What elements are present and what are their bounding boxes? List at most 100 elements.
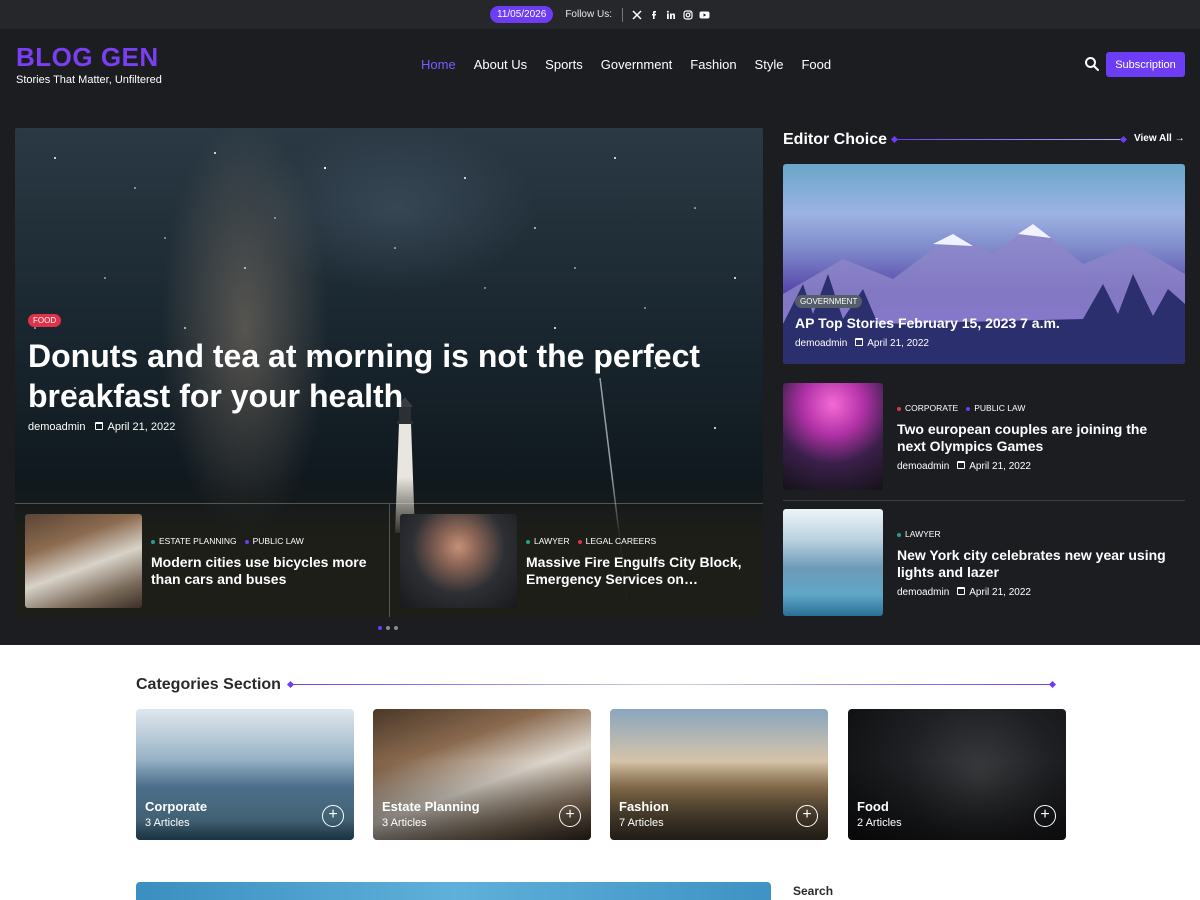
follow-us-label: Follow Us: [565, 9, 612, 20]
editor-main-author[interactable]: demoadmin [795, 338, 847, 349]
category-label: LAWYER [534, 536, 570, 546]
social-links [631, 9, 710, 20]
category-label: CORPORATE [905, 403, 959, 413]
category-card-corporate[interactable]: Corporate 3 Articles + [136, 709, 354, 840]
category-label: PUBLIC LAW [252, 536, 304, 546]
nav-item-government[interactable]: Government [601, 57, 673, 72]
date-badge: 11/05/2026 [490, 6, 554, 23]
calendar-icon [855, 338, 864, 346]
instagram-icon[interactable] [682, 9, 693, 20]
nav-item-about-us[interactable]: About Us [474, 57, 527, 72]
category-link[interactable]: PUBLIC LAW [244, 536, 304, 546]
nav-item-fashion[interactable]: Fashion [690, 57, 736, 72]
category-count: 7 Articles [619, 817, 664, 829]
editor-choice-item[interactable]: CORPORATE PUBLIC LAW Two european couple… [783, 383, 1185, 490]
editor-item-categories: LAWYER [897, 529, 941, 539]
hero-author[interactable]: demoadmin [28, 421, 85, 433]
editor-main-date: April 21, 2022 [867, 338, 929, 349]
editor-main-title[interactable]: AP Top Stories February 15, 2023 7 a.m. [795, 315, 1060, 331]
category-link[interactable]: LEGAL CAREERS [577, 536, 657, 546]
category-name[interactable]: Fashion [619, 799, 669, 814]
nav-item-food[interactable]: Food [801, 57, 831, 72]
plus-icon[interactable]: + [559, 805, 581, 827]
divider [622, 7, 623, 22]
slide-title[interactable]: Modern cities use bicycles more than car… [151, 554, 376, 588]
dot-icon [897, 532, 901, 537]
category-name[interactable]: Corporate [145, 799, 207, 814]
slider-item[interactable]: ESTATE PLANNING PUBLIC LAW Modern cities… [15, 504, 389, 617]
pager-dot[interactable] [378, 626, 382, 630]
sidebar-search-title: Search [793, 884, 834, 898]
slide-thumbnail[interactable] [400, 514, 517, 608]
category-card-estate-planning[interactable]: Estate Planning 3 Articles + [373, 709, 591, 840]
dot-icon [966, 406, 971, 411]
view-all-link[interactable]: View All → [1134, 133, 1185, 144]
category-link[interactable]: PUBLIC LAW [966, 403, 1025, 413]
youtube-icon[interactable] [699, 9, 710, 20]
editor-item-meta: demoadmin April 21, 2022 [897, 461, 1031, 472]
site-header: BLOG GEN Stories That Matter, Unfiltered… [0, 29, 1200, 101]
slider-item[interactable]: LAWYER LEGAL CAREERS Massive Fire Engulf… [389, 504, 763, 617]
pager-dot[interactable] [394, 626, 398, 630]
arrow-right-icon: → [1174, 133, 1185, 144]
nav-item-style[interactable]: Style [755, 57, 784, 72]
calendar-icon [957, 461, 966, 469]
editor-choice-title: Editor Choice [783, 131, 888, 148]
category-count: 2 Articles [857, 817, 902, 829]
category-card-food[interactable]: Food 2 Articles + [848, 709, 1066, 840]
section-divider [290, 684, 1053, 685]
slider-pagination [378, 626, 398, 630]
category-label: LEGAL CAREERS [585, 536, 657, 546]
pager-dot[interactable] [386, 626, 390, 630]
editor-item-author[interactable]: demoadmin [897, 587, 949, 598]
slide-title[interactable]: Massive Fire Engulfs City Block, Emergen… [526, 554, 751, 588]
plus-icon[interactable]: + [796, 805, 818, 827]
editor-item-thumbnail[interactable] [783, 383, 883, 490]
category-count: 3 Articles [145, 817, 190, 829]
section-divider [894, 139, 1124, 140]
editor-choice-item[interactable]: LAWYER New York city celebrates new year… [783, 509, 1185, 616]
editor-main-date-wrap: April 21, 2022 [855, 338, 929, 349]
category-link[interactable]: ESTATE PLANNING [151, 536, 237, 546]
hero-date-wrap: April 21, 2022 [95, 421, 175, 433]
editor-item-date-wrap: April 21, 2022 [957, 587, 1031, 598]
category-link[interactable]: LAWYER [526, 536, 570, 546]
hero-category-badge[interactable]: FOOD [28, 314, 62, 327]
nav-item-home[interactable]: Home [421, 57, 456, 72]
editor-main-category-badge[interactable]: GOVERNMENT [795, 295, 863, 308]
editor-item-thumbnail[interactable] [783, 509, 883, 616]
hero-meta: demoadmin April 21, 2022 [28, 421, 175, 433]
nav-item-sports[interactable]: Sports [545, 57, 583, 72]
editor-item-meta: demoadmin April 21, 2022 [897, 587, 1031, 598]
calendar-icon [95, 422, 104, 430]
dot-icon [577, 539, 582, 544]
categories-section-title: Categories Section [136, 676, 281, 693]
dot-icon [897, 406, 901, 411]
site-logo[interactable]: BLOG GEN [16, 42, 159, 73]
editor-item-date: April 21, 2022 [969, 461, 1031, 472]
category-name[interactable]: Food [857, 799, 889, 814]
subscription-button[interactable]: Subscription [1106, 52, 1185, 77]
editor-item-date-wrap: April 21, 2022 [957, 461, 1031, 472]
plus-icon[interactable]: + [1034, 805, 1056, 827]
editor-item-title[interactable]: New York city celebrates new year using … [897, 547, 1177, 581]
x-icon[interactable] [631, 9, 642, 20]
hero-date: April 21, 2022 [107, 421, 176, 433]
editor-choice-main[interactable] [783, 164, 1185, 364]
featured-banner-image[interactable] [136, 882, 771, 900]
category-label: PUBLIC LAW [974, 403, 1026, 413]
facebook-icon[interactable] [648, 9, 659, 20]
search-icon[interactable] [1084, 56, 1100, 72]
plus-icon[interactable]: + [322, 805, 344, 827]
divider [783, 500, 1185, 501]
dot-icon [244, 539, 249, 544]
category-link[interactable]: LAWYER [897, 529, 941, 539]
editor-item-title[interactable]: Two european couples are joining the nex… [897, 421, 1177, 455]
hero-title[interactable]: Donuts and tea at morning is not the per… [28, 336, 728, 416]
slide-thumbnail[interactable] [25, 514, 142, 608]
category-card-fashion[interactable]: Fashion 7 Articles + [610, 709, 828, 840]
linkedin-icon[interactable] [665, 9, 676, 20]
category-name[interactable]: Estate Planning [382, 799, 480, 814]
editor-item-author[interactable]: demoadmin [897, 461, 949, 472]
category-link[interactable]: CORPORATE [897, 403, 958, 413]
